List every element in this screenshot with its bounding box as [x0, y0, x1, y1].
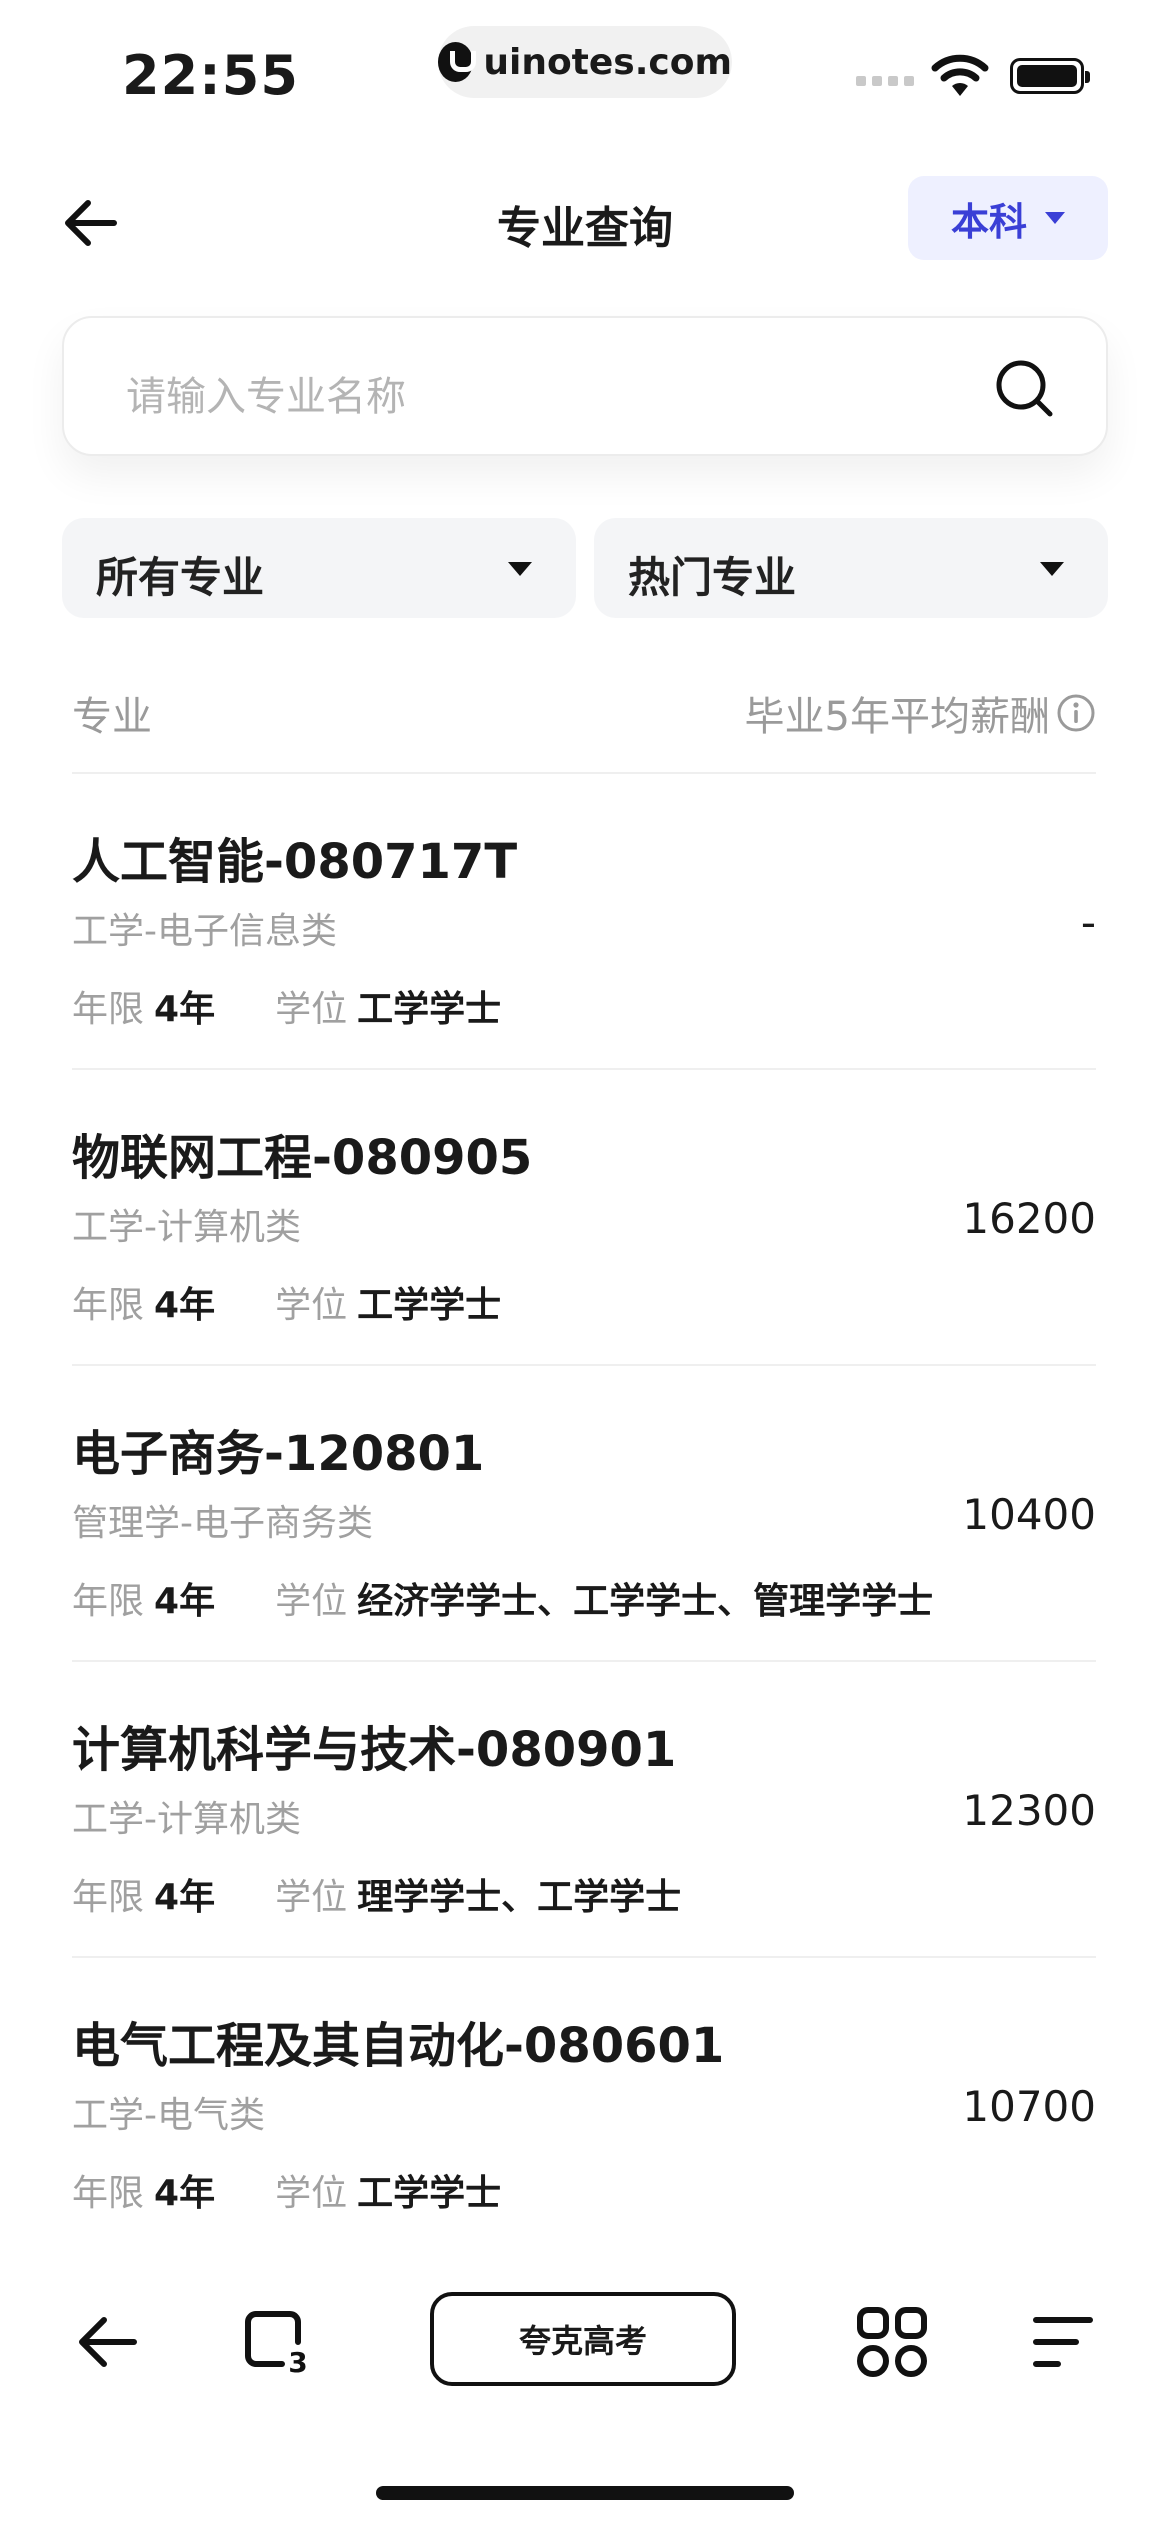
url-text: uinotes.com [483, 41, 732, 83]
salary-value: 10400 [962, 1490, 1096, 1539]
degree-label: 学位 [275, 1877, 348, 1918]
major-category: 工学-计算机类 [72, 1799, 301, 1840]
search-input[interactable]: 请输入专业名称 [62, 316, 1108, 456]
sort-filter-label: 热门专业 [628, 553, 797, 602]
apps-grid-icon[interactable] [852, 2302, 932, 2382]
page: 22:55 uinotes.com 专业查询 本科 请输入专业名称 所有专业 热… [0, 0, 1170, 2532]
major-category: 工学-电子信息类 [72, 911, 337, 952]
duration-label: 年限 [72, 2173, 145, 2214]
url-pill[interactable]: uinotes.com [438, 26, 732, 98]
status-time: 22:55 [122, 44, 299, 107]
info-icon[interactable] [1056, 693, 1096, 733]
duration-value: 4年 [154, 1581, 216, 1622]
cellular-signal-icon [856, 76, 914, 86]
major-meta: 年限 4年 学位 理学学士、工学学士 [72, 1868, 681, 1920]
status-bar: 22:55 uinotes.com [0, 0, 1170, 140]
caret-down-icon [1040, 562, 1064, 576]
back-arrow-icon[interactable] [68, 2302, 148, 2382]
list-item[interactable]: 电子商务-120801 管理学-电子商务类 年限 4年 学位 经济学学士、工学学… [72, 1364, 1096, 1660]
duration-label: 年限 [72, 1877, 145, 1918]
major-category: 工学-计算机类 [72, 1207, 301, 1248]
degree-value: 理学学士、工学学士 [357, 1877, 682, 1918]
major-category: 管理学-电子商务类 [72, 1503, 373, 1544]
major-title: 计算机科学与技术-080901 [72, 1722, 677, 1778]
major-title: 电子商务-120801 [72, 1426, 485, 1482]
category-filter-label: 所有专业 [96, 553, 265, 602]
home-indicator[interactable] [376, 2486, 794, 2500]
degree-value: 工学学士 [357, 2173, 502, 2214]
degree-label: 学位 [275, 1285, 348, 1326]
degree-label: 学位 [275, 989, 348, 1030]
major-list: 人工智能-080717T 工学-电子信息类 年限 4年 学位 工学学士 - 物联… [72, 772, 1096, 2252]
browser-bottom-bar: 3 夸克高考 [0, 2270, 1170, 2410]
major-meta: 年限 4年 学位 工学学士 [72, 2164, 501, 2216]
duration-value: 4年 [154, 1877, 216, 1918]
major-category: 工学-电气类 [72, 2095, 265, 2136]
tabs-icon[interactable]: 3 [236, 2302, 316, 2382]
duration-label: 年限 [72, 1285, 145, 1326]
salary-value: - [1080, 898, 1096, 947]
salary-value: 10700 [962, 2082, 1096, 2131]
major-title: 电气工程及其自动化-080601 [72, 2018, 725, 2074]
list-item[interactable]: 计算机科学与技术-080901 工学-计算机类 年限 4年 学位 理学学士、工学… [72, 1660, 1096, 1956]
list-item[interactable]: 物联网工程-080905 工学-计算机类 年限 4年 学位 工学学士 16200 [72, 1068, 1096, 1364]
salary-value: 12300 [962, 1786, 1096, 1835]
salary-value: 16200 [962, 1194, 1096, 1243]
column-salary-label: 毕业5年平均薪酬 [744, 694, 1050, 740]
duration-value: 4年 [154, 989, 216, 1030]
battery-icon [1010, 58, 1090, 94]
header: 专业查询 本科 [0, 170, 1170, 270]
duration-label: 年限 [72, 989, 145, 1030]
search-placeholder: 请输入专业名称 [126, 374, 406, 420]
list-column-header: 专业 毕业5年平均薪酬 [72, 684, 1096, 744]
level-selector-button[interactable]: 本科 [908, 176, 1108, 260]
degree-value: 工学学士 [357, 989, 502, 1030]
sort-filter-dropdown[interactable]: 热门专业 [594, 518, 1108, 618]
search-icon[interactable] [992, 356, 1056, 420]
column-salary-header[interactable]: 毕业5年平均薪酬 [745, 684, 1096, 742]
major-meta: 年限 4年 学位 工学学士 [72, 1276, 501, 1328]
major-meta: 年限 4年 学位 经济学学士、工学学士、管理学学士 [72, 1572, 933, 1624]
category-filter-dropdown[interactable]: 所有专业 [62, 518, 576, 618]
degree-value: 经济学学士、工学学士、管理学学士 [357, 1581, 934, 1622]
quark-gaokao-label: 夸克高考 [518, 2322, 647, 2360]
degree-label: 学位 [275, 1581, 348, 1622]
list-item[interactable]: 人工智能-080717T 工学-电子信息类 年限 4年 学位 工学学士 - [72, 772, 1096, 1068]
duration-label: 年限 [72, 1581, 145, 1622]
duration-value: 4年 [154, 2173, 216, 2214]
menu-icon[interactable] [1024, 2302, 1104, 2382]
major-title: 人工智能-080717T [72, 834, 518, 890]
caret-down-icon [508, 562, 532, 576]
level-selector-label: 本科 [950, 199, 1027, 244]
column-major-label: 专业 [72, 694, 152, 740]
major-title: 物联网工程-080905 [72, 1130, 533, 1186]
quark-gaokao-button[interactable]: 夸克高考 [430, 2292, 736, 2386]
major-meta: 年限 4年 学位 工学学士 [72, 980, 501, 1032]
list-item[interactable]: 电气工程及其自动化-080601 工学-电气类 年限 4年 学位 工学学士 10… [72, 1956, 1096, 2252]
degree-value: 工学学士 [357, 1285, 502, 1326]
tab-count: 3 [288, 2346, 307, 2379]
duration-value: 4年 [154, 1285, 216, 1326]
degree-label: 学位 [275, 2173, 348, 2214]
caret-down-icon [1045, 212, 1065, 224]
wifi-icon [931, 54, 989, 96]
site-logo-icon [438, 42, 477, 82]
